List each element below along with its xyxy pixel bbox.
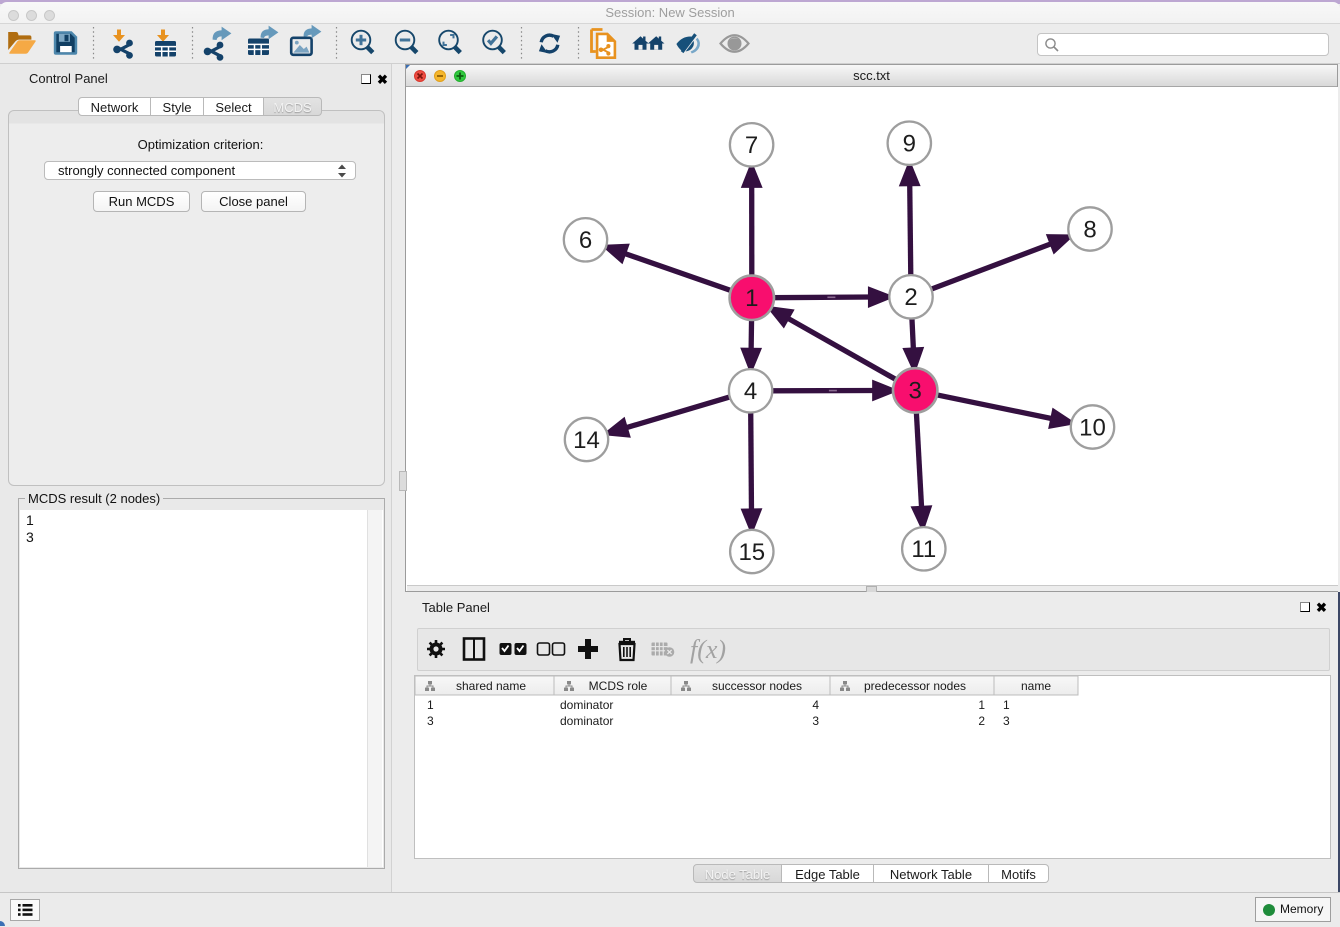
svg-text:10: 10 (1079, 414, 1106, 441)
svg-text:MCDS role: MCDS role (589, 679, 648, 693)
svg-text:successor nodes: successor nodes (712, 679, 802, 693)
svg-text:predecessor nodes: predecessor nodes (864, 679, 966, 693)
svg-text:15: 15 (738, 539, 765, 566)
svg-text:7: 7 (745, 132, 758, 159)
svg-text:2: 2 (904, 284, 917, 311)
svg-text:14: 14 (573, 427, 600, 454)
svg-text:shared name: shared name (456, 679, 526, 693)
svg-text:f(x): f(x) (690, 635, 726, 664)
svg-text:4: 4 (744, 378, 757, 405)
svg-text:8: 8 (1083, 216, 1096, 243)
svg-text:1: 1 (745, 285, 758, 312)
svg-text:9: 9 (903, 131, 916, 158)
svg-text:6: 6 (579, 227, 592, 254)
svg-text:11: 11 (911, 536, 936, 563)
svg-text:name: name (1021, 679, 1051, 693)
svg-text:3: 3 (909, 378, 922, 405)
